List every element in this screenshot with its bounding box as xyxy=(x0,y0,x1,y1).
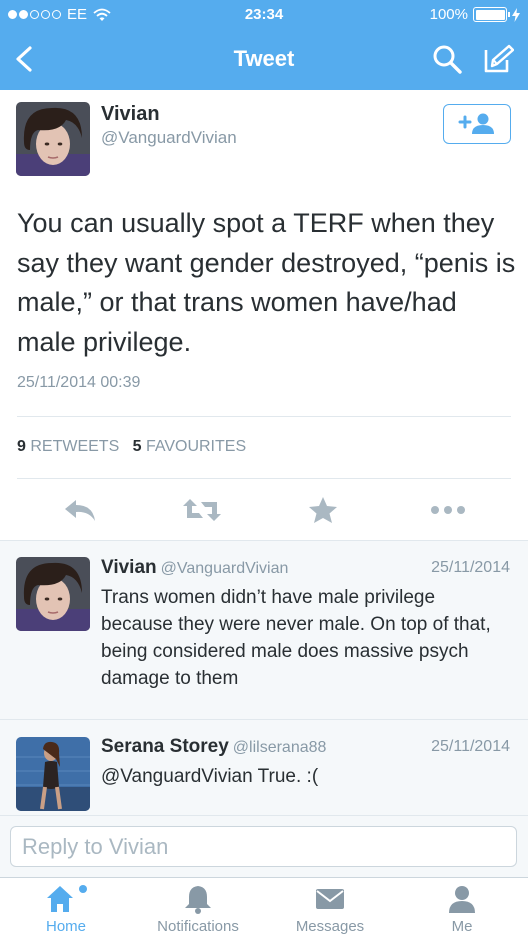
follow-button[interactable] xyxy=(443,104,511,144)
retweet-icon xyxy=(183,499,221,521)
more-button[interactable] xyxy=(428,492,468,528)
reply-input[interactable] xyxy=(10,826,517,867)
author-handle[interactable]: @VanguardVivian xyxy=(101,128,237,148)
reply-handle: @VanguardVivian xyxy=(160,560,289,577)
more-icon xyxy=(431,506,465,514)
person-icon xyxy=(449,886,475,913)
list-item[interactable]: Vivian @VanguardVivian 25/11/2014 Trans w… xyxy=(0,541,528,719)
tab-home[interactable]: Home xyxy=(0,878,132,939)
add-user-icon xyxy=(458,113,494,134)
divider xyxy=(17,416,511,417)
favourites-stat[interactable]: 5 FAVOURITES xyxy=(133,438,247,455)
battery-percent: 100% xyxy=(429,6,468,23)
reply-date: 25/11/2014 xyxy=(431,559,510,576)
bell-icon xyxy=(185,886,211,914)
retweets-stat[interactable]: 9 RETWEETS xyxy=(17,438,119,455)
reply-date: 25/11/2014 xyxy=(431,738,510,755)
reply-text: Trans women didn’t have male privilege b… xyxy=(101,587,491,689)
reply-avatar[interactable] xyxy=(16,557,90,631)
status-bar: EE 23:34 100% xyxy=(0,0,528,30)
tweet-timestamp: 25/11/2014 00:39 xyxy=(17,374,141,391)
reply-author: Vivian @VanguardVivian xyxy=(101,557,289,578)
list-item[interactable]: Serana Storey @lilserana88 25/11/2014 @Va… xyxy=(0,720,528,820)
tweet-stats: 9 RETWEETS 5 FAVOURITES xyxy=(17,438,246,456)
battery-icon xyxy=(473,7,510,22)
author-avatar[interactable] xyxy=(16,102,90,176)
tweet-actions xyxy=(0,492,528,528)
tab-me[interactable]: Me xyxy=(396,878,528,939)
reply-avatar[interactable] xyxy=(16,737,90,811)
tweet-text: You can usually spot a TERF when they sa… xyxy=(17,208,516,357)
reply-text: @VanguardVivian True. :( xyxy=(101,766,319,787)
replies-list: Vivian @VanguardVivian 25/11/2014 Trans w… xyxy=(0,540,528,825)
divider xyxy=(17,478,511,479)
author-name[interactable]: Vivian xyxy=(101,103,160,126)
search-icon[interactable] xyxy=(432,44,462,74)
reply-button[interactable] xyxy=(60,492,100,528)
nav-bar: Tweet xyxy=(0,30,528,90)
reply-bar xyxy=(0,815,528,877)
reply-icon xyxy=(65,500,95,521)
header: EE 23:34 100% Tweet xyxy=(0,0,528,90)
tab-messages[interactable]: Messages xyxy=(264,878,396,939)
star-icon xyxy=(309,497,337,523)
home-icon xyxy=(47,885,87,912)
tab-bar: Home Notifications Messages Me xyxy=(0,877,528,939)
favourite-button[interactable] xyxy=(305,492,341,528)
reply-handle: @lilserana88 xyxy=(232,739,327,756)
envelope-icon xyxy=(316,889,344,909)
retweet-button[interactable] xyxy=(180,492,224,528)
tab-notifications[interactable]: Notifications xyxy=(132,878,264,939)
reply-author: Serana Storey @lilserana88 xyxy=(101,736,327,757)
compose-icon[interactable] xyxy=(482,44,514,74)
charging-icon xyxy=(512,7,520,22)
